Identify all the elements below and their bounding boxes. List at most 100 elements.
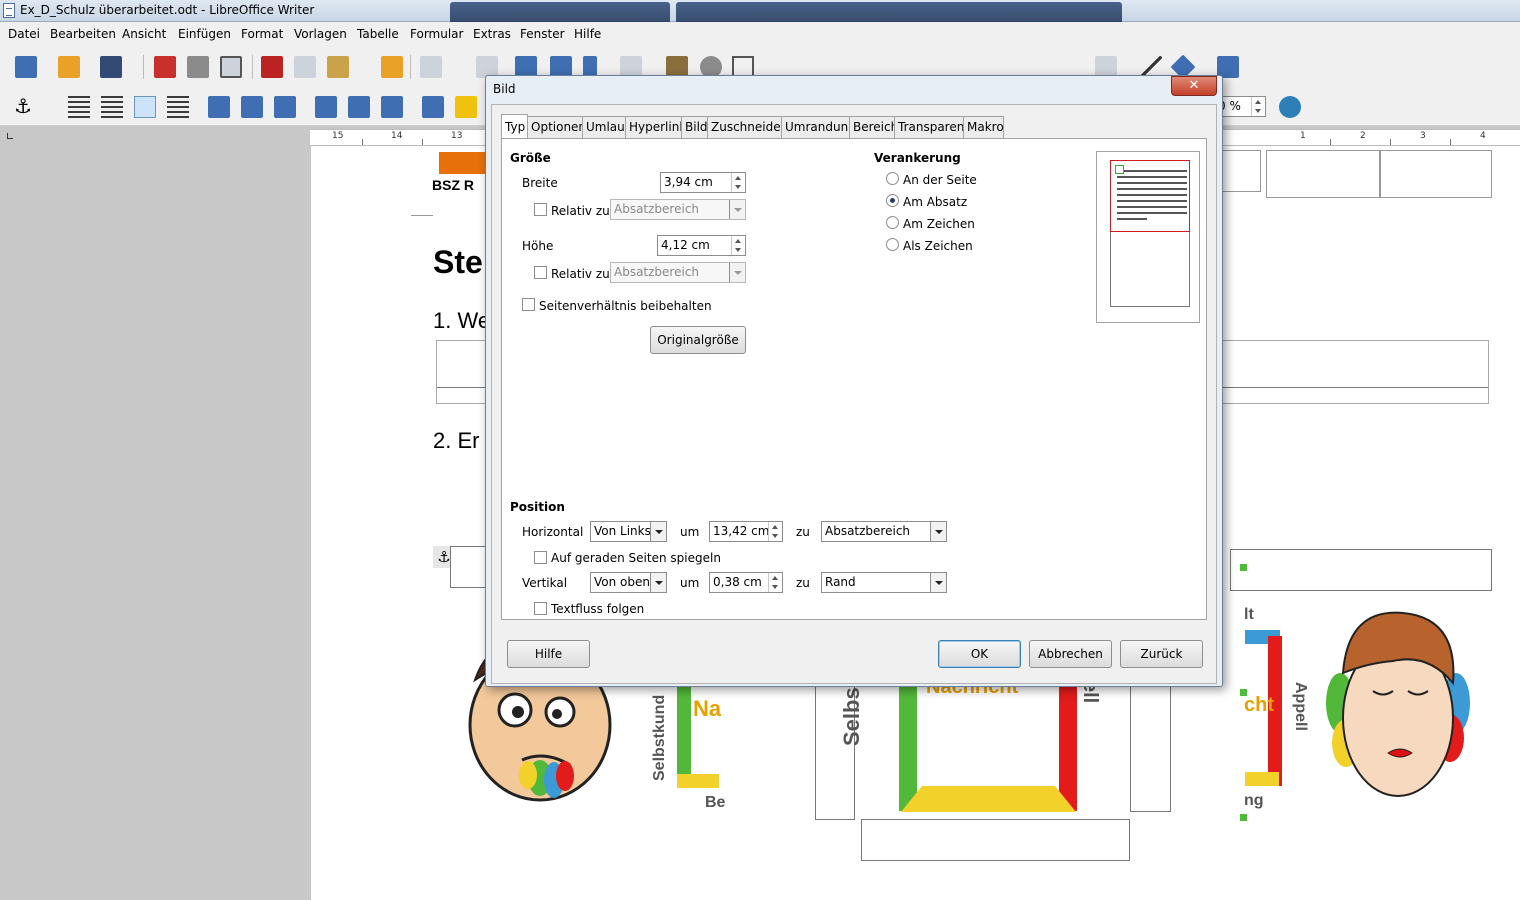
paste-icon[interactable]: [327, 56, 349, 78]
ok-button[interactable]: OK: [938, 640, 1021, 668]
chevron-down-icon[interactable]: [650, 573, 666, 592]
clone-formatting-icon[interactable]: [381, 56, 403, 78]
mirror-checkbox[interactable]: [534, 551, 547, 564]
cancel-button[interactable]: Abbrechen: [1029, 640, 1112, 668]
original-size-button[interactable]: Originalgröße: [650, 326, 746, 354]
anchor-paragraph-radio[interactable]: [886, 194, 899, 207]
header-table-cell[interactable]: [1266, 150, 1380, 198]
print-icon[interactable]: [187, 56, 209, 78]
tab-zuschneiden[interactable]: Zuschneiden: [707, 116, 788, 138]
width-relative-select[interactable]: Absatzbereich: [610, 199, 746, 220]
align-top-icon[interactable]: [315, 96, 337, 118]
menu-bearbeiten[interactable]: Bearbeiten: [50, 27, 116, 41]
tab-umrandung[interactable]: Umrandung: [781, 116, 856, 138]
open-folder-icon[interactable]: [58, 56, 80, 78]
align-left-icon[interactable]: [208, 96, 230, 118]
tab-optionen[interactable]: Optionen: [527, 116, 586, 138]
image-properties-dialog[interactable]: Bild ✕ Typ Optionen Umlauf Hyperlink Bil…: [485, 75, 1223, 687]
zoom-spin-icon[interactable]: [1251, 97, 1265, 116]
chevron-down-icon[interactable]: [930, 522, 946, 541]
tab-bild[interactable]: Bild: [681, 116, 708, 138]
undo-icon[interactable]: [420, 56, 442, 78]
selection-handle[interactable]: [1240, 814, 1247, 821]
align-middle-icon[interactable]: [348, 96, 370, 118]
height-field[interactable]: 4,12 cm: [657, 235, 746, 256]
wrap-off-icon[interactable]: [68, 96, 90, 118]
menu-extras[interactable]: Extras: [473, 27, 511, 41]
horizontal-ref-select[interactable]: Absatzbereich: [821, 521, 947, 542]
chevron-down-icon[interactable]: [650, 522, 666, 541]
anchor-page-radio[interactable]: [886, 172, 899, 185]
document-heading[interactable]: Ste: [433, 244, 483, 281]
height-relative-checkbox[interactable]: [534, 266, 547, 279]
anchor-as-char-radio[interactable]: [886, 238, 899, 251]
export-pdf-icon[interactable]: [154, 56, 176, 78]
tab-umlauf[interactable]: Umlauf: [582, 116, 629, 138]
green-bar-left: [677, 686, 691, 786]
menu-hilfe[interactable]: Hilfe: [574, 27, 601, 41]
document-item-1[interactable]: 1. We: [433, 308, 490, 334]
horizontal-mode-select[interactable]: Von Links: [590, 521, 667, 542]
new-document-icon[interactable]: [15, 56, 37, 78]
print-preview-icon[interactable]: [220, 56, 242, 78]
wrap-through-icon[interactable]: [167, 96, 189, 118]
text-frame[interactable]: [861, 819, 1130, 861]
cut-icon[interactable]: [261, 56, 283, 78]
vertical-offset-field[interactable]: 0,38 cm: [709, 572, 783, 593]
optimal-wrap-icon[interactable]: [134, 96, 156, 118]
chevron-down-icon[interactable]: [930, 573, 946, 592]
tab-typ[interactable]: Typ: [501, 114, 528, 138]
anchor-char-radio[interactable]: [886, 216, 899, 229]
tab-transparenz[interactable]: Transparenz: [894, 116, 971, 138]
menu-einfuegen[interactable]: Einfügen: [178, 27, 231, 41]
selection-handle[interactable]: [1240, 689, 1247, 696]
height-spin-icon[interactable]: [731, 236, 745, 255]
cartoon-face-right-image[interactable]: [1318, 603, 1478, 803]
height-relative-select[interactable]: Absatzbereich: [610, 262, 746, 283]
selection-handle[interactable]: [1240, 564, 1247, 571]
align-right-icon[interactable]: [274, 96, 296, 118]
tab-hyperlink[interactable]: Hyperlink: [625, 116, 686, 138]
text-frame-selected[interactable]: [1230, 549, 1492, 591]
background-tab[interactable]: [450, 2, 670, 22]
close-button[interactable]: ✕: [1171, 76, 1217, 96]
menu-ansicht[interactable]: Ansicht: [122, 27, 166, 41]
keep-ratio-checkbox[interactable]: [522, 298, 535, 311]
save-icon[interactable]: [100, 56, 122, 78]
vertical-spin-icon[interactable]: [768, 573, 782, 592]
width-relative-checkbox[interactable]: [534, 203, 547, 216]
anchor-icon[interactable]: ⚓: [14, 96, 36, 118]
reset-button[interactable]: Zurück: [1120, 640, 1203, 668]
align-center-icon[interactable]: [241, 96, 263, 118]
text-frame[interactable]: [450, 546, 490, 588]
bring-to-front-icon[interactable]: [422, 96, 444, 118]
width-spin-icon[interactable]: [731, 173, 745, 192]
menu-format[interactable]: Format: [241, 27, 283, 41]
tab-makro[interactable]: Makro: [963, 116, 1004, 138]
horizontal-offset-field[interactable]: 13,42 cm: [709, 521, 783, 542]
document-item-2[interactable]: 2. Er: [433, 428, 479, 454]
background-tab[interactable]: [676, 2, 1122, 22]
menu-tabelle[interactable]: Tabelle: [357, 27, 399, 41]
header-table-cell[interactable]: [1380, 150, 1492, 198]
page-wrap-icon[interactable]: [101, 96, 123, 118]
chevron-down-icon[interactable]: [729, 263, 745, 282]
align-bottom-icon[interactable]: [381, 96, 403, 118]
width-field[interactable]: 3,94 cm: [660, 172, 746, 193]
menu-vorlagen[interactable]: Vorlagen: [294, 27, 347, 41]
menu-fenster[interactable]: Fenster: [520, 27, 565, 41]
vertical-ref-select[interactable]: Rand: [821, 572, 947, 593]
send-to-back-icon[interactable]: [455, 96, 477, 118]
horizontal-spin-icon[interactable]: [768, 522, 782, 541]
text-frame[interactable]: [1130, 666, 1171, 812]
follow-text-checkbox[interactable]: [534, 602, 547, 615]
menu-formular[interactable]: Formular: [410, 27, 463, 41]
chevron-down-icon[interactable]: [729, 200, 745, 219]
zoom-icon[interactable]: [1279, 96, 1301, 118]
tab-bereich[interactable]: Bereich: [849, 116, 898, 138]
vertical-mode-select[interactable]: Von oben: [590, 572, 667, 593]
copy-icon[interactable]: [294, 56, 316, 78]
help-button[interactable]: Hilfe: [507, 640, 590, 668]
menu-datei[interactable]: Datei: [8, 27, 40, 41]
tab-type-icon[interactable]: [7, 133, 13, 139]
